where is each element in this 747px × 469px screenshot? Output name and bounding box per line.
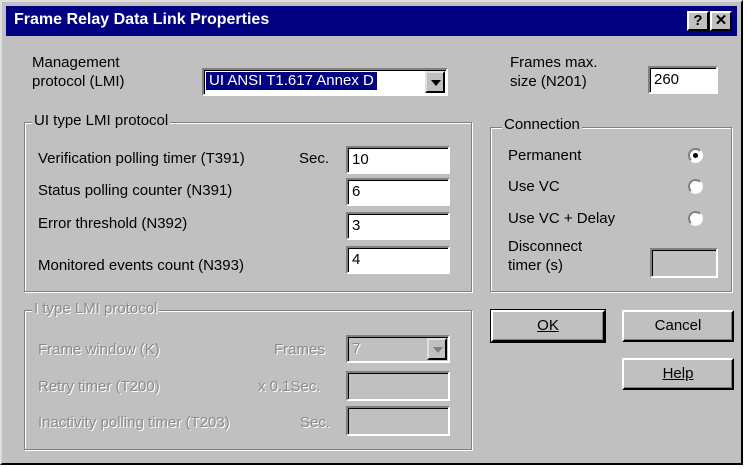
help-button-label: Help	[662, 365, 694, 382]
frames-max-input[interactable]: 260	[648, 66, 718, 94]
retry-timer-input[interactable]	[346, 371, 450, 401]
connection-group-title: Connection	[502, 116, 582, 133]
disconnect-timer-label-line1: Disconnect	[508, 238, 583, 255]
context-help-button[interactable]: ?	[687, 11, 709, 31]
window-title: Frame Relay Data Link Properties	[14, 11, 270, 28]
ok-button-label: OK	[537, 317, 559, 334]
disconnect-timer-label-line2: timer (s)	[508, 257, 563, 274]
frame-window-value: 7	[352, 340, 361, 357]
disconnect-timer-input[interactable]	[650, 248, 718, 278]
status-polling-label: Status polling counter (N391)	[38, 182, 233, 199]
error-threshold-input[interactable]: 3	[346, 212, 450, 240]
dropdown-button[interactable]	[427, 338, 447, 360]
ok-button[interactable]: OK	[490, 309, 606, 343]
i-type-lmi-group-title: I type LMI protocol	[32, 300, 160, 317]
radio-use-vc-label: Use VC	[508, 178, 560, 195]
chevron-down-icon	[433, 347, 443, 353]
frame-window-label: Frame window (K)	[38, 341, 160, 358]
cancel-button[interactable]: Cancel	[622, 310, 734, 342]
monitored-events-input[interactable]: 4	[346, 246, 450, 274]
dialog-window: Frame Relay Data Link Properties ? ✕ Man…	[0, 0, 743, 465]
management-label-line1: Management	[32, 54, 120, 71]
radio-selected-dot	[693, 153, 698, 158]
verification-polling-label: Verification polling timer (T391)	[38, 150, 245, 167]
inactivity-timer-label: Inactivity polling timer (T203)	[38, 414, 230, 431]
radio-use-vc-delay[interactable]	[688, 211, 703, 226]
management-protocol-select[interactable]: UI ANSI T1.617 Annex D	[202, 68, 448, 96]
help-button[interactable]: Help	[622, 358, 734, 390]
error-threshold-label: Error threshold (N392)	[38, 215, 188, 232]
title-bar: Frame Relay Data Link Properties ? ✕	[6, 6, 737, 36]
inactivity-timer-input[interactable]	[346, 406, 450, 436]
radio-permanent-label: Permanent	[508, 147, 582, 164]
status-polling-input[interactable]: 6	[346, 178, 450, 206]
frame-window-unit: Frames	[274, 341, 325, 358]
frame-window-select[interactable]: 7	[346, 335, 450, 363]
ui-type-lmi-group-title: UI type LMI protocol	[32, 112, 171, 129]
verification-polling-input[interactable]: 10	[346, 146, 450, 174]
radio-permanent[interactable]	[688, 148, 703, 163]
radio-use-vc-delay-label: Use VC + Delay	[508, 210, 616, 227]
management-label-line2: protocol (LMI)	[32, 73, 125, 90]
close-button[interactable]: ✕	[710, 11, 732, 31]
retry-timer-unit: x 0.1Sec.	[258, 378, 321, 395]
management-protocol-value: UI ANSI T1.617 Annex D	[206, 72, 377, 90]
frames-max-label-line2: size (N201)	[510, 73, 587, 90]
dropdown-button[interactable]	[425, 71, 445, 93]
verification-polling-unit: Sec.	[299, 150, 330, 167]
chevron-down-icon	[431, 80, 441, 86]
inactivity-timer-unit: Sec.	[300, 414, 331, 431]
monitored-events-label: Monitored events count (N393)	[38, 257, 244, 274]
frames-max-label-line1: Frames max.	[510, 54, 598, 71]
radio-use-vc[interactable]	[688, 179, 703, 194]
retry-timer-label: Retry timer (T200)	[38, 378, 160, 395]
